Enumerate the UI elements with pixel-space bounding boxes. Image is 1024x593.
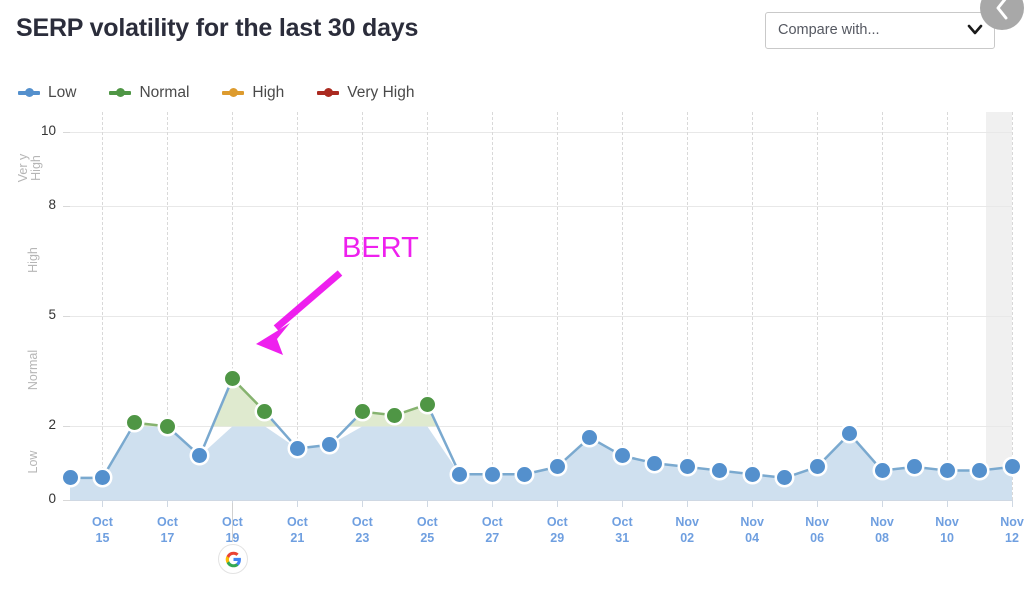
low-band-area [70,426,1012,500]
data-point[interactable] [289,440,305,456]
data-point[interactable] [809,459,825,475]
data-point[interactable] [159,418,175,434]
x-axis-tick-label: Oct 21 [286,515,308,545]
x-axis-tick [492,500,494,507]
data-point[interactable] [419,396,435,412]
data-point[interactable] [679,459,695,475]
chart-series-svg [68,377,1014,500]
legend-label: High [252,84,285,101]
data-point[interactable] [354,404,370,420]
x-axis-tick [167,500,169,507]
data-point[interactable] [452,466,468,482]
data-point[interactable] [647,455,663,471]
x-axis-tick-label: Oct 31 [611,515,633,545]
x-axis-tick-label: Nov 08 [870,515,894,545]
x-axis-tick [297,500,299,507]
legend-marker-icon [317,87,340,99]
data-point[interactable] [874,463,890,479]
x-axis-tick-label: Oct 17 [157,515,178,545]
chevron-down-icon [967,20,983,40]
data-point[interactable] [62,470,78,486]
legend-marker-icon [222,87,245,99]
x-axis-tick [427,500,429,507]
x-axis-tick-label: Nov 02 [675,515,699,545]
legend-item-low[interactable]: Low [18,84,76,102]
chevron-left-icon [996,0,1008,20]
x-axis-tick [687,500,689,507]
data-point[interactable] [972,463,988,479]
page-title: SERP volatility for the last 30 days [16,14,419,42]
legend-label: Normal [139,84,190,101]
x-axis-tick [752,500,754,507]
data-point[interactable] [224,371,240,387]
compare-with-dropdown[interactable]: Compare with... [765,12,995,49]
legend-label: Very High [347,84,415,101]
x-axis-tick [817,500,819,507]
x-axis-tick-label: Oct 29 [546,515,568,545]
x-axis-tick-label: Nov 10 [935,515,959,545]
serp-volatility-widget: SERP volatility for the last 30 days Com… [0,0,1024,593]
data-point[interactable] [484,466,500,482]
x-axis-tick-label: Oct 15 [92,515,113,545]
data-point[interactable] [1004,459,1020,475]
legend-item-very-high[interactable]: Very High [317,84,414,102]
legend-item-normal[interactable]: Normal [109,84,189,102]
x-axis-tick [362,500,364,507]
x-axis-tick-label: Oct 23 [351,515,373,545]
x-axis-tick-label: Oct 27 [481,515,503,545]
data-point[interactable] [744,466,760,482]
google-logo-icon[interactable] [218,544,249,574]
x-axis-tick [1012,500,1013,507]
legend-label: Low [48,84,77,101]
x-axis-tick [102,500,104,507]
x-axis-tick-label: Nov 12 [1000,515,1024,545]
x-axis-tick-label: Nov 06 [805,515,829,545]
legend-item-high[interactable]: High [222,84,284,102]
compare-with-label: Compare with... [778,22,880,38]
data-point[interactable] [939,463,955,479]
legend-marker-icon [18,87,40,99]
volatility-chart: 0 2 5 8 10 Low Normal High Ver y High Oct 15 Oct 17 Oc… [0,112,1024,574]
annotation-label-bert: BERT [342,232,419,264]
data-point[interactable] [614,448,630,464]
x-axis-tick [882,500,884,507]
x-axis-tick [557,500,559,507]
x-axis-tick-label: Nov 04 [740,515,764,545]
chart-legend: Low Normal High Very High [18,84,447,102]
data-point[interactable] [517,466,533,482]
x-axis-tick [947,500,949,507]
x-axis-tick [622,500,624,507]
legend-marker-icon [109,87,132,99]
x-axis-tick-label: Oct 25 [416,515,438,545]
